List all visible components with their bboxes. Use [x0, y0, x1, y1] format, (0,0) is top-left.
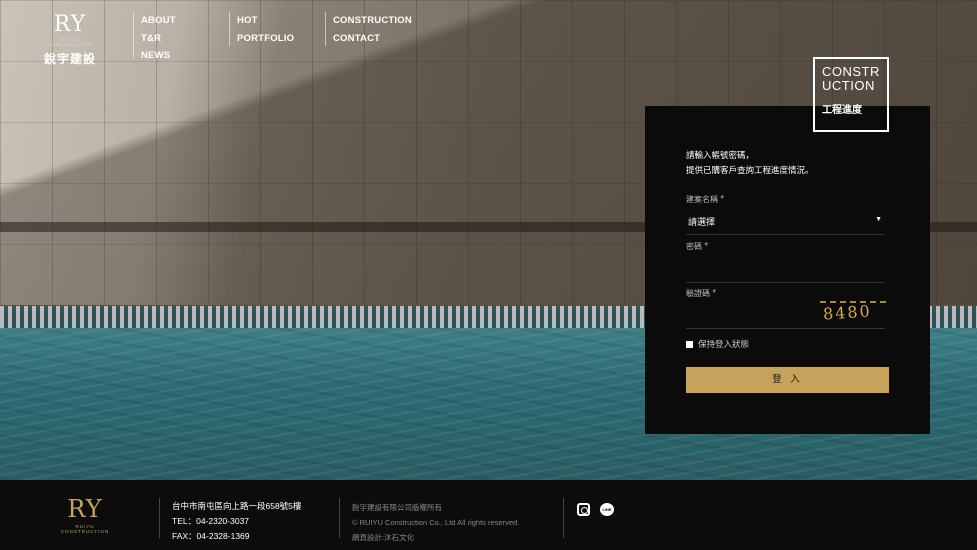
logo-chinese-name: 銳宇建設 [43, 52, 96, 66]
nav-link-hot[interactable]: HOT [237, 12, 294, 30]
nav-column-3: CONSTRUCTION CONTACT [325, 12, 412, 46]
nav-link-contact[interactable]: CONTACT [333, 30, 412, 48]
remember-login[interactable]: 保持登入狀態 [686, 338, 749, 350]
footer-fax: FAX：04-2328-1369 [172, 531, 250, 541]
project-label: 建案名稱 * [686, 194, 725, 205]
remember-checkbox[interactable] [686, 340, 693, 348]
footer-copyright: 銳宇建設有限公司版權所有 © RUIYU Construction Co., L… [352, 500, 519, 545]
login-button[interactable]: 登 入 [686, 367, 889, 393]
nav-link-tr[interactable]: T&R [141, 30, 176, 48]
logo-subtitle: RUIYU CONSTRUCTION [47, 37, 93, 47]
nav-link-about[interactable]: ABOUT [141, 12, 176, 30]
nav-link-news[interactable]: NEWS [141, 47, 176, 65]
nav-link-portfolio[interactable]: PORTFOLIO [237, 30, 294, 48]
footer-divider [563, 498, 564, 538]
badge-subtitle: 工程進度 [822, 105, 862, 116]
copyright-cn: 銳宇建設有限公司版權所有 [352, 503, 442, 512]
badge-title-line2: UCTION [822, 78, 875, 93]
badge-title-line1: CONSTR [822, 64, 880, 79]
instagram-icon[interactable] [577, 503, 590, 516]
remember-label: 保持登入狀態 [698, 339, 750, 349]
site-footer: RY RUIYU CONSTRUCTION 台中市南屯區向上路一段658號5樓 … [0, 480, 977, 550]
password-label: 密碼 * [686, 241, 709, 252]
intro-line-1: 請輸入帳號密碼， [686, 150, 755, 160]
copyright-en: © RUIYU Construction Co., Ltd All rights… [352, 518, 520, 527]
line-icon[interactable]: LINE [600, 503, 614, 516]
footer-social: LINE [577, 503, 614, 516]
footer-logo-mark: RY [67, 495, 103, 523]
footer-tel: TEL：04-2320-3037 [172, 516, 250, 526]
login-intro: 請輸入帳號密碼， 提供已購客戶查詢工程進度情況。 [686, 148, 814, 178]
nav-link-construction[interactable]: CONSTRUCTION [333, 12, 412, 30]
footer-divider [159, 498, 160, 538]
footer-contact: 台中市南屯區向上路一段658號5樓 TEL：04-2320-3037 FAX：0… [172, 499, 301, 544]
construction-badge: CONSTR UCTION 工程進度 [813, 57, 889, 132]
site-logo[interactable]: RY RUIYU CONSTRUCTION 銳宇建設 [40, 14, 100, 67]
captcha-image[interactable]: 8480 [820, 298, 886, 326]
design-credit[interactable]: 網頁設計:沐石文化 [352, 530, 519, 545]
chevron-down-icon: ▼ [875, 216, 882, 223]
project-select-value: 請選擇 [688, 217, 716, 227]
nav-column-2: HOT PORTFOLIO [229, 12, 294, 46]
password-field[interactable]: 密碼 * [686, 241, 885, 283]
captcha-text: 8480 [822, 301, 873, 324]
footer-logo[interactable]: RY RUIYU CONSTRUCTION [53, 496, 117, 534]
intro-line-2: 提供已購客戶查詢工程進度情況。 [686, 165, 814, 175]
project-select[interactable]: 建案名稱 * 請選擇 ▼ [686, 194, 885, 235]
footer-logo-subtitle: RUIYU CONSTRUCTION [60, 524, 110, 534]
footer-address: 台中市南屯區向上路一段658號5樓 [172, 501, 302, 511]
nav-column-1: ABOUT T&R NEWS [133, 12, 176, 61]
footer-divider [339, 498, 340, 538]
logo-mark: RY [53, 12, 87, 37]
